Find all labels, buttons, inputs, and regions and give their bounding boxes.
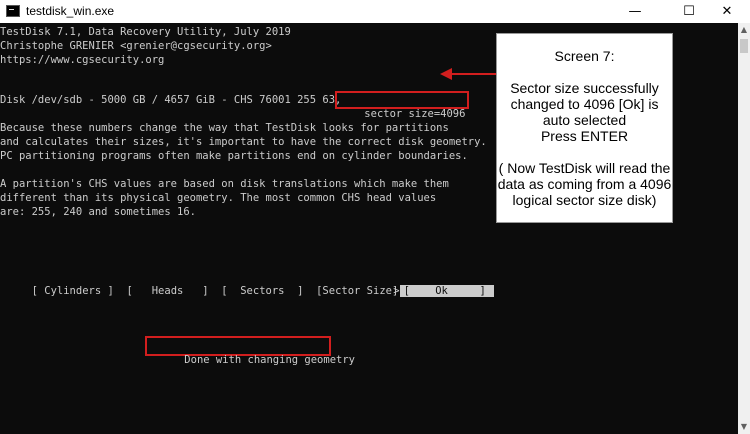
- disk-info-line: Disk /dev/sdb - 5000 GB / 4657 GiB - CHS…: [0, 94, 348, 106]
- callout-line-4: changed to 4096 [Ok] is: [510, 96, 659, 112]
- scroll-up-icon[interactable]: ▲: [738, 23, 750, 37]
- header-line-1: TestDisk 7.1, Data Recovery Utility, Jul…: [0, 26, 291, 38]
- maximize-icon: ☐: [683, 4, 695, 19]
- paragraph1-line-1: Because these numbers change the way tha…: [0, 122, 449, 134]
- callout-line-8: ( Now TestDisk will read the: [498, 160, 671, 176]
- status-highlight: Done with changing geometry: [145, 336, 355, 366]
- close-button[interactable]: ✕: [704, 0, 750, 23]
- menu-ok[interactable]: [ Ok ]: [399, 285, 494, 297]
- menu-ok-selected[interactable]: >[ Ok ]: [368, 270, 494, 297]
- status-message: Done with changing geometry: [184, 354, 355, 366]
- menu-sectors[interactable]: [ Sectors ]: [215, 285, 310, 297]
- window-titlebar: testdisk_win.exe — ☐ ✕: [0, 0, 750, 23]
- selection-caret: >: [393, 285, 400, 297]
- console-app-icon: [6, 5, 20, 17]
- header-line-2: Christophe GRENIER <grenier@cgsecurity.o…: [0, 40, 272, 52]
- callout-line-9: data as coming from a 4096: [497, 176, 672, 192]
- close-icon: ✕: [721, 4, 733, 19]
- menu-heads[interactable]: [ Heads ]: [120, 285, 215, 297]
- sector-size-value: sector size=4096: [364, 108, 466, 120]
- vertical-scrollbar[interactable]: ▲ ▼: [738, 23, 750, 434]
- paragraph1-line-2: and calculates their sizes, it's importa…: [0, 136, 487, 148]
- callout-line-10: logical sector size disk): [512, 192, 657, 208]
- scroll-thumb[interactable]: [740, 39, 748, 53]
- menu-cylinders[interactable]: [ Cylinders ]: [25, 285, 120, 297]
- minimize-icon: —: [628, 4, 642, 19]
- callout-spacer-1: [497, 64, 672, 80]
- annotation-callout: Screen 7: Sector size successfully chang…: [496, 33, 673, 223]
- callout-line-1: Screen 7:: [554, 48, 615, 64]
- window-title: testdisk_win.exe: [26, 4, 115, 18]
- callout-line-3: Sector size successfully: [510, 80, 659, 96]
- callout-line-5: auto selected: [542, 112, 627, 128]
- paragraph2-line-3: are: 255, 240 and sometimes 16.: [0, 206, 196, 218]
- minimize-button[interactable]: —: [612, 0, 658, 23]
- annotation-arrow-icon: [440, 68, 498, 80]
- callout-line-6: Press ENTER: [540, 128, 629, 144]
- scroll-down-icon[interactable]: ▼: [738, 420, 750, 434]
- paragraph2-line-1: A partition's CHS values are based on di…: [0, 178, 449, 190]
- header-line-3: https://www.cgsecurity.org: [0, 54, 165, 66]
- sector-size-highlight: sector size=4096: [335, 91, 470, 120]
- paragraph1-line-3: PC partitioning programs often make part…: [0, 150, 468, 162]
- menu-row: [ Cylinders ] [ Heads ] [ Sectors ] [Sec…: [0, 270, 405, 297]
- callout-spacer-2: [497, 144, 672, 160]
- paragraph2-line-2: different than its physical geometry. Th…: [0, 192, 437, 204]
